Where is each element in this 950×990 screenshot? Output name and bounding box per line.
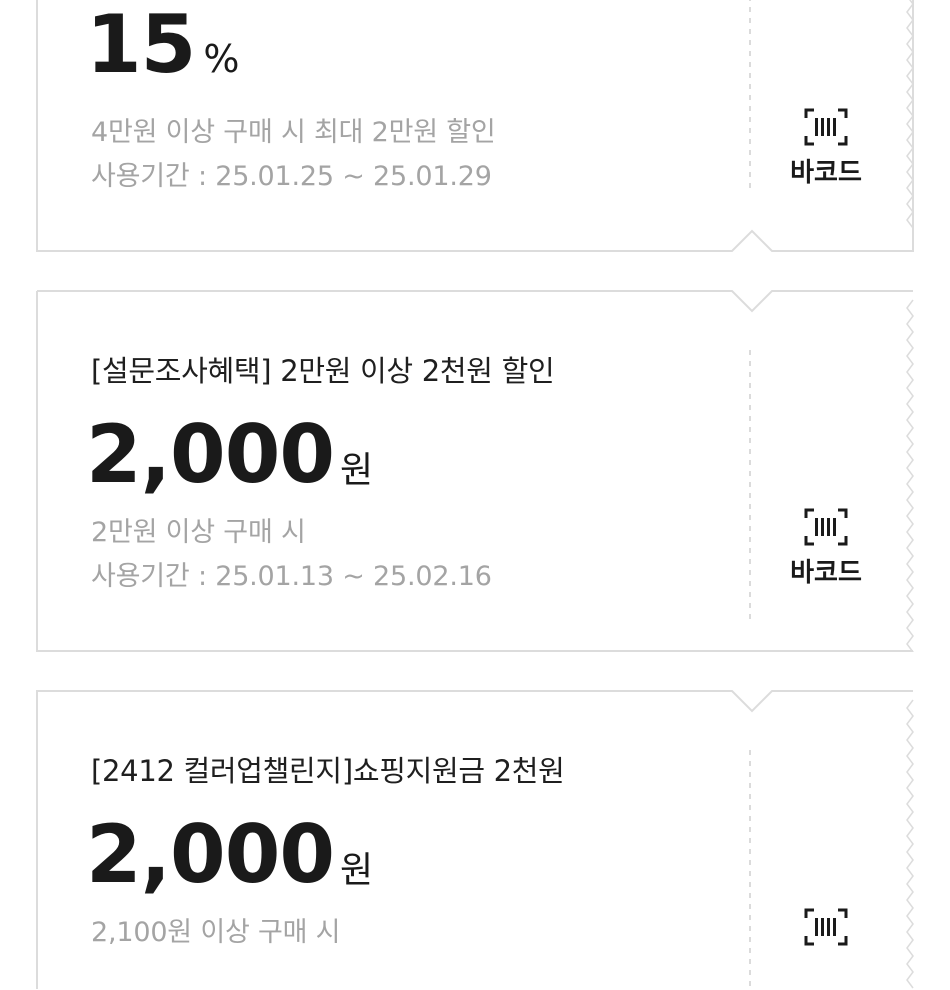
discount-unit: 원 [340, 450, 374, 491]
barcode-icon [804, 508, 848, 546]
barcode-icon [804, 908, 848, 946]
coupon-card[interactable]: 15% 4만원 이상 구매 시 최대 2만원 할인 사용기간 : 25.01.2… [36, 0, 914, 252]
coupon-title: [2412 컬러업챌린지]쇼핑지원금 2천원 [91, 754, 565, 788]
barcode-label: 바코드 [790, 558, 862, 588]
coupon-period: 사용기간 : 25.01.13 ~ 25.02.16 [91, 561, 492, 592]
coupon-title: [설문조사혜택] 2만원 이상 2천원 할인 [91, 354, 555, 388]
barcode-icon [804, 108, 848, 146]
discount-unit: % [203, 37, 240, 81]
coupon-card[interactable]: [설문조사혜택] 2만원 이상 2천원 할인 2,000 원 2만원 이상 구매 … [36, 290, 914, 652]
barcode-button[interactable]: 바코드 [766, 108, 886, 189]
discount-value: 15 [86, 0, 196, 91]
barcode-button[interactable]: 바코드 [766, 508, 886, 589]
discount-amount: 15% [86, 0, 239, 91]
discount-amount: 2,000 원 [86, 408, 373, 501]
coupon-condition: 2,100원 이상 구매 시 [91, 917, 341, 948]
discount-unit: 원 [340, 850, 374, 891]
coupon-card[interactable]: [2412 컬러업챌린지]쇼핑지원금 2천원 2,000 원 2,100원 이상 … [36, 690, 914, 990]
barcode-label: 바코드 [790, 158, 862, 188]
discount-value: 2,000 [86, 408, 335, 501]
coupon-list: 15% 4만원 이상 구매 시 최대 2만원 할인 사용기간 : 25.01.2… [0, 0, 950, 990]
discount-amount: 2,000 원 [86, 808, 373, 901]
barcode-button[interactable] [766, 908, 886, 946]
coupon-condition: 4만원 이상 구매 시 최대 2만원 할인 [91, 117, 496, 148]
coupon-period: 사용기간 : 25.01.25 ~ 25.01.29 [91, 161, 492, 192]
coupon-condition: 2만원 이상 구매 시 [91, 517, 306, 548]
discount-value: 2,000 [86, 808, 335, 901]
